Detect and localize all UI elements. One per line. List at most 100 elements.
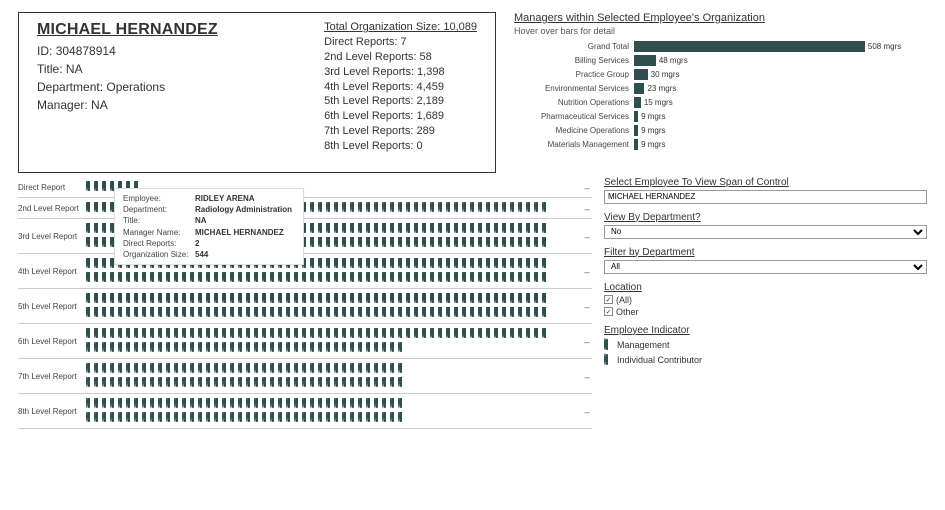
contributor-icon[interactable] xyxy=(374,377,382,391)
contributor-icon[interactable] xyxy=(222,342,230,356)
manager-icon[interactable] xyxy=(494,237,502,251)
contributor-icon[interactable] xyxy=(118,398,126,412)
manager-icon[interactable] xyxy=(430,328,438,342)
manager-icon[interactable] xyxy=(334,328,342,342)
manager-icon[interactable] xyxy=(310,293,318,307)
manager-icon[interactable] xyxy=(86,181,94,195)
manager-icon[interactable] xyxy=(326,307,334,321)
manager-icon[interactable] xyxy=(254,293,262,307)
contributor-icon[interactable] xyxy=(142,412,150,426)
manager-icon[interactable] xyxy=(478,237,486,251)
manager-icon[interactable] xyxy=(118,293,126,307)
manager-icon[interactable] xyxy=(190,272,198,286)
manager-icon[interactable] xyxy=(342,223,350,237)
manager-icon[interactable] xyxy=(526,223,534,237)
manager-icon[interactable] xyxy=(142,293,150,307)
manager-icon[interactable] xyxy=(478,307,486,321)
contributor-icon[interactable] xyxy=(358,412,366,426)
manager-bar-row[interactable]: Grand Total508 mgrs xyxy=(514,40,923,53)
contributor-icon[interactable] xyxy=(238,363,246,377)
manager-icon[interactable] xyxy=(342,237,350,251)
manager-icon[interactable] xyxy=(494,258,502,272)
manager-icon[interactable] xyxy=(230,307,238,321)
manager-icon[interactable] xyxy=(238,307,246,321)
manager-icon[interactable] xyxy=(526,293,534,307)
manager-icon[interactable] xyxy=(334,307,342,321)
contributor-icon[interactable] xyxy=(166,363,174,377)
contributor-icon[interactable] xyxy=(158,342,166,356)
manager-icon[interactable] xyxy=(454,258,462,272)
manager-icon[interactable] xyxy=(534,272,542,286)
contributor-icon[interactable] xyxy=(238,377,246,391)
manager-icon[interactable] xyxy=(190,328,198,342)
contributor-icon[interactable] xyxy=(318,363,326,377)
manager-icon[interactable] xyxy=(374,223,382,237)
contributor-icon[interactable] xyxy=(86,377,94,391)
contributor-icon[interactable] xyxy=(318,342,326,356)
manager-icon[interactable] xyxy=(518,237,526,251)
contributor-icon[interactable] xyxy=(358,202,366,216)
contributor-icon[interactable] xyxy=(126,377,134,391)
manager-icon[interactable] xyxy=(422,223,430,237)
manager-icon[interactable] xyxy=(446,272,454,286)
contributor-icon[interactable] xyxy=(118,363,126,377)
manager-icon[interactable] xyxy=(534,223,542,237)
contributor-icon[interactable] xyxy=(270,377,278,391)
manager-icon[interactable] xyxy=(422,237,430,251)
manager-icon[interactable] xyxy=(438,237,446,251)
manager-icon[interactable] xyxy=(262,272,270,286)
manager-icon[interactable] xyxy=(254,272,262,286)
contributor-icon[interactable] xyxy=(326,398,334,412)
contributor-icon[interactable] xyxy=(246,363,254,377)
manager-icon[interactable] xyxy=(310,237,318,251)
contributor-icon[interactable] xyxy=(278,342,286,356)
manager-icon[interactable] xyxy=(342,272,350,286)
contributor-icon[interactable] xyxy=(174,412,182,426)
contributor-icon[interactable] xyxy=(142,342,150,356)
contributor-icon[interactable] xyxy=(118,412,126,426)
manager-icon[interactable] xyxy=(110,293,118,307)
contributor-icon[interactable] xyxy=(214,398,222,412)
contributor-icon[interactable] xyxy=(246,377,254,391)
contributor-icon[interactable] xyxy=(358,377,366,391)
manager-icon[interactable] xyxy=(502,307,510,321)
contributor-icon[interactable] xyxy=(134,412,142,426)
manager-icon[interactable] xyxy=(166,293,174,307)
manager-icon[interactable] xyxy=(166,328,174,342)
contributor-icon[interactable] xyxy=(342,363,350,377)
manager-icon[interactable] xyxy=(358,272,366,286)
manager-icon[interactable] xyxy=(262,293,270,307)
manager-icon[interactable] xyxy=(406,237,414,251)
manager-icon[interactable] xyxy=(406,307,414,321)
manager-icon[interactable] xyxy=(414,307,422,321)
manager-icon[interactable] xyxy=(174,293,182,307)
contributor-icon[interactable] xyxy=(270,342,278,356)
contributor-icon[interactable] xyxy=(446,202,454,216)
manager-bar[interactable] xyxy=(634,69,648,80)
manager-icon[interactable] xyxy=(374,258,382,272)
manager-icon[interactable] xyxy=(94,237,102,251)
manager-icon[interactable] xyxy=(526,328,534,342)
manager-icon[interactable] xyxy=(102,258,110,272)
manager-icon[interactable] xyxy=(86,237,94,251)
contributor-icon[interactable] xyxy=(310,398,318,412)
manager-icon[interactable] xyxy=(358,307,366,321)
contributor-icon[interactable] xyxy=(390,412,398,426)
contributor-icon[interactable] xyxy=(382,377,390,391)
level-icons[interactable] xyxy=(86,293,582,321)
manager-icon[interactable] xyxy=(446,237,454,251)
manager-icon[interactable] xyxy=(518,307,526,321)
contributor-icon[interactable] xyxy=(102,377,110,391)
contributor-icon[interactable] xyxy=(110,363,118,377)
manager-icon[interactable] xyxy=(222,293,230,307)
contributor-icon[interactable] xyxy=(350,398,358,412)
manager-icon[interactable] xyxy=(134,293,142,307)
manager-icon[interactable] xyxy=(302,293,310,307)
contributor-icon[interactable] xyxy=(174,363,182,377)
manager-icon[interactable] xyxy=(310,223,318,237)
manager-icon[interactable] xyxy=(230,293,238,307)
manager-icon[interactable] xyxy=(518,223,526,237)
manager-icon[interactable] xyxy=(358,258,366,272)
manager-icon[interactable] xyxy=(310,328,318,342)
manager-icon[interactable] xyxy=(326,293,334,307)
